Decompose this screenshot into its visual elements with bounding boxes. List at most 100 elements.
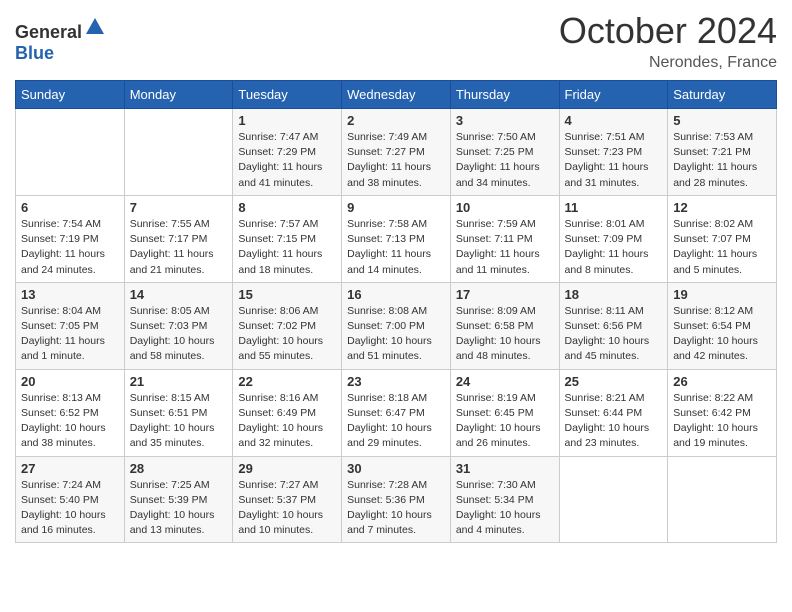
calendar-cell: 5Sunrise: 7:53 AMSunset: 7:21 PMDaylight… xyxy=(668,109,777,196)
calendar-cell: 15Sunrise: 8:06 AMSunset: 7:02 PMDayligh… xyxy=(233,282,342,369)
day-detail: Sunrise: 8:13 AMSunset: 6:52 PMDaylight:… xyxy=(21,391,119,452)
day-detail: Sunrise: 8:12 AMSunset: 6:54 PMDaylight:… xyxy=(673,304,771,365)
day-detail: Sunrise: 8:15 AMSunset: 6:51 PMDaylight:… xyxy=(130,391,228,452)
day-detail: Sunrise: 8:19 AMSunset: 6:45 PMDaylight:… xyxy=(456,391,554,452)
location-title: Nerondes, France xyxy=(559,54,777,72)
title-block: October 2024 Nerondes, France xyxy=(559,10,777,72)
calendar-cell: 27 Sunrise: 7:24 AMSunset: 5:40 PMDayligh… xyxy=(16,456,125,543)
day-detail: Sunrise: 8:09 AMSunset: 6:58 PMDaylight:… xyxy=(456,304,554,365)
calendar-header-row: SundayMondayTuesdayWednesdayThursdayFrid… xyxy=(16,81,777,109)
day-detail: Sunrise: 7:49 AMSunset: 7:27 PMDaylight:… xyxy=(347,130,445,191)
calendar-cell: 19 Sunrise: 8:12 AMSunset: 6:54 PMDayligh… xyxy=(668,282,777,369)
calendar-cell: 26 Sunrise: 8:22 AMSunset: 6:42 PMDayligh… xyxy=(668,369,777,456)
day-number: 27 xyxy=(21,461,119,476)
day-number: 1 xyxy=(238,113,336,128)
calendar-cell: 31 Sunrise: 7:30 AMSunset: 5:34 PMDayligh… xyxy=(450,456,559,543)
calendar-cell: 14Sunrise: 8:05 AMSunset: 7:03 PMDayligh… xyxy=(124,282,233,369)
day-detail: Sunrise: 7:27 AMSunset: 5:37 PMDaylight:… xyxy=(238,478,336,539)
calendar-week-row: 6Sunrise: 7:54 AMSunset: 7:19 PMDaylight… xyxy=(16,195,777,282)
day-number: 29 xyxy=(238,461,336,476)
day-number: 31 xyxy=(456,461,554,476)
calendar-cell: 30Sunrise: 7:28 AMSunset: 5:36 PMDayligh… xyxy=(342,456,451,543)
calendar-cell: 28 Sunrise: 7:25 AMSunset: 5:39 PMDayligh… xyxy=(124,456,233,543)
calendar-cell: 7Sunrise: 7:55 AMSunset: 7:17 PMDaylight… xyxy=(124,195,233,282)
day-header-thursday: Thursday xyxy=(450,81,559,109)
day-detail: Sunrise: 8:11 AMSunset: 6:56 PMDaylight:… xyxy=(565,304,663,365)
calendar-cell: 25 Sunrise: 8:21 AMSunset: 6:44 PMDayligh… xyxy=(559,369,668,456)
calendar-cell xyxy=(124,109,233,196)
day-number: 18 xyxy=(565,287,663,302)
calendar-cell: 3 Sunrise: 7:50 AMSunset: 7:25 PMDaylight… xyxy=(450,109,559,196)
day-detail: Sunrise: 8:18 AMSunset: 6:47 PMDaylight:… xyxy=(347,391,445,452)
calendar-week-row: 20 Sunrise: 8:13 AMSunset: 6:52 PMDayligh… xyxy=(16,369,777,456)
calendar-cell: 1 Sunrise: 7:47 AMSunset: 7:29 PMDaylight… xyxy=(233,109,342,196)
day-header-tuesday: Tuesday xyxy=(233,81,342,109)
day-number: 20 xyxy=(21,374,119,389)
calendar-cell xyxy=(668,456,777,543)
calendar-cell: 20 Sunrise: 8:13 AMSunset: 6:52 PMDayligh… xyxy=(16,369,125,456)
calendar-cell xyxy=(16,109,125,196)
day-detail: Sunrise: 7:54 AMSunset: 7:19 PMDaylight:… xyxy=(21,217,119,278)
day-number: 2 xyxy=(347,113,445,128)
day-number: 21 xyxy=(130,374,228,389)
day-detail: Sunrise: 7:24 AMSunset: 5:40 PMDaylight:… xyxy=(21,478,119,539)
month-title: October 2024 xyxy=(559,10,777,52)
day-number: 12 xyxy=(673,200,771,215)
day-header-wednesday: Wednesday xyxy=(342,81,451,109)
day-number: 25 xyxy=(565,374,663,389)
calendar-body: 1 Sunrise: 7:47 AMSunset: 7:29 PMDaylight… xyxy=(16,109,777,543)
calendar-cell: 22 Sunrise: 8:16 AMSunset: 6:49 PMDayligh… xyxy=(233,369,342,456)
day-number: 10 xyxy=(456,200,554,215)
day-number: 3 xyxy=(456,113,554,128)
calendar-table: SundayMondayTuesdayWednesdayThursdayFrid… xyxy=(15,80,777,543)
day-number: 4 xyxy=(565,113,663,128)
day-detail: Sunrise: 7:57 AMSunset: 7:15 PMDaylight:… xyxy=(238,217,336,278)
calendar-cell: 10 Sunrise: 7:59 AMSunset: 7:11 PMDayligh… xyxy=(450,195,559,282)
day-detail: Sunrise: 7:50 AMSunset: 7:25 PMDaylight:… xyxy=(456,130,554,191)
calendar-cell xyxy=(559,456,668,543)
calendar-cell: 18 Sunrise: 8:11 AMSunset: 6:56 PMDayligh… xyxy=(559,282,668,369)
day-detail: Sunrise: 8:21 AMSunset: 6:44 PMDaylight:… xyxy=(565,391,663,452)
calendar-cell: 12 Sunrise: 8:02 AMSunset: 7:07 PMDayligh… xyxy=(668,195,777,282)
calendar-cell: 24 Sunrise: 8:19 AMSunset: 6:45 PMDayligh… xyxy=(450,369,559,456)
day-number: 13 xyxy=(21,287,119,302)
header: General Blue October 2024 Nerondes, Fran… xyxy=(15,10,777,72)
day-header-saturday: Saturday xyxy=(668,81,777,109)
day-number: 19 xyxy=(673,287,771,302)
day-number: 22 xyxy=(238,374,336,389)
day-number: 23 xyxy=(347,374,445,389)
day-detail: Sunrise: 8:22 AMSunset: 6:42 PMDaylight:… xyxy=(673,391,771,452)
day-number: 28 xyxy=(130,461,228,476)
day-number: 16 xyxy=(347,287,445,302)
calendar-week-row: 13Sunrise: 8:04 AMSunset: 7:05 PMDayligh… xyxy=(16,282,777,369)
day-header-monday: Monday xyxy=(124,81,233,109)
day-detail: Sunrise: 8:05 AMSunset: 7:03 PMDaylight:… xyxy=(130,304,228,365)
calendar-cell: 8 Sunrise: 7:57 AMSunset: 7:15 PMDaylight… xyxy=(233,195,342,282)
day-detail: Sunrise: 8:01 AMSunset: 7:09 PMDaylight:… xyxy=(565,217,663,278)
calendar-cell: 9Sunrise: 7:58 AMSunset: 7:13 PMDaylight… xyxy=(342,195,451,282)
day-number: 26 xyxy=(673,374,771,389)
calendar-cell: 29 Sunrise: 7:27 AMSunset: 5:37 PMDayligh… xyxy=(233,456,342,543)
calendar-cell: 13Sunrise: 8:04 AMSunset: 7:05 PMDayligh… xyxy=(16,282,125,369)
calendar-cell: 4 Sunrise: 7:51 AMSunset: 7:23 PMDaylight… xyxy=(559,109,668,196)
day-detail: Sunrise: 7:25 AMSunset: 5:39 PMDaylight:… xyxy=(130,478,228,539)
day-header-sunday: Sunday xyxy=(16,81,125,109)
day-number: 8 xyxy=(238,200,336,215)
day-number: 9 xyxy=(347,200,445,215)
day-number: 30 xyxy=(347,461,445,476)
day-detail: Sunrise: 8:02 AMSunset: 7:07 PMDaylight:… xyxy=(673,217,771,278)
day-number: 5 xyxy=(673,113,771,128)
logo-text: General Blue xyxy=(15,16,106,64)
calendar-cell: 11 Sunrise: 8:01 AMSunset: 7:09 PMDayligh… xyxy=(559,195,668,282)
calendar-cell: 6Sunrise: 7:54 AMSunset: 7:19 PMDaylight… xyxy=(16,195,125,282)
calendar-cell: 21 Sunrise: 8:15 AMSunset: 6:51 PMDayligh… xyxy=(124,369,233,456)
day-number: 24 xyxy=(456,374,554,389)
day-detail: Sunrise: 8:16 AMSunset: 6:49 PMDaylight:… xyxy=(238,391,336,452)
day-number: 11 xyxy=(565,200,663,215)
day-detail: Sunrise: 7:59 AMSunset: 7:11 PMDaylight:… xyxy=(456,217,554,278)
calendar-week-row: 27 Sunrise: 7:24 AMSunset: 5:40 PMDayligh… xyxy=(16,456,777,543)
day-detail: Sunrise: 7:51 AMSunset: 7:23 PMDaylight:… xyxy=(565,130,663,191)
calendar-week-row: 1 Sunrise: 7:47 AMSunset: 7:29 PMDaylight… xyxy=(16,109,777,196)
day-detail: Sunrise: 7:47 AMSunset: 7:29 PMDaylight:… xyxy=(238,130,336,191)
day-detail: Sunrise: 7:30 AMSunset: 5:34 PMDaylight:… xyxy=(456,478,554,539)
